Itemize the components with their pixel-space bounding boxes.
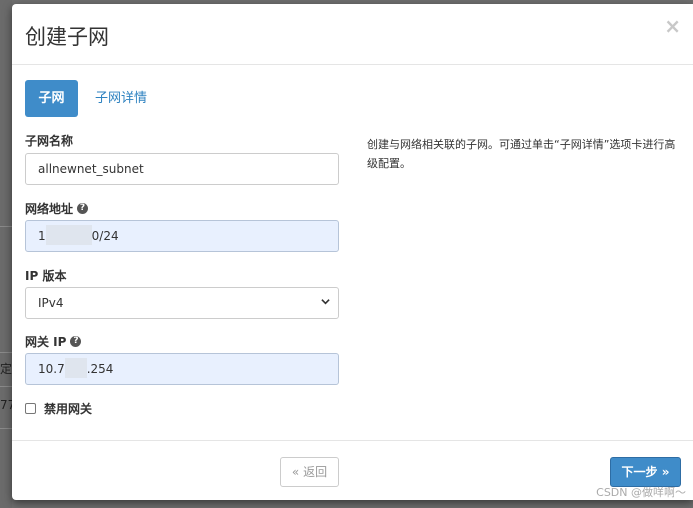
next-button[interactable]: 下一步 » [610, 457, 681, 487]
modal-title: 创建子网 [25, 25, 109, 49]
background-divider [0, 386, 12, 387]
question-icon[interactable]: ? [70, 336, 82, 347]
background-divider [0, 226, 12, 227]
disable-gateway-label[interactable]: 禁用网关 [44, 400, 92, 417]
back-button[interactable]: « 返回 [280, 457, 339, 487]
background-text-fragment: 定 [0, 362, 13, 376]
ip-version-select[interactable]: IPv4 [25, 287, 339, 319]
subnet-name-input[interactable]: allnewnet_subnet [25, 153, 339, 185]
help-text: 创建与网络相关联的子网。可通过单击“子网详情”选项卡进行高级配置。 [367, 138, 676, 170]
disable-gateway-row: 禁用网关 [25, 400, 92, 417]
network-address-input[interactable]: 1 0/24 [25, 220, 339, 252]
gateway-ip-value-prefix: 10.7 [38, 362, 65, 376]
gateway-ip-label: 网关 IP ? [25, 333, 82, 350]
background-divider [0, 428, 12, 429]
disable-gateway-checkbox[interactable] [25, 403, 36, 414]
subnet-name-label: 子网名称 [25, 132, 73, 149]
ip-version-selected: IPv4 [38, 296, 64, 310]
ip-version-label: IP 版本 [25, 267, 66, 284]
watermark: CSDN @做咩啊～ [596, 486, 686, 499]
subnet-name-label-text: 子网名称 [25, 134, 74, 148]
redaction-mask [45, 225, 92, 245]
page-backdrop [0, 0, 12, 508]
background-divider [0, 352, 12, 353]
close-icon[interactable]: × [664, 16, 681, 36]
network-address-value-suffix: 0/24 [91, 229, 119, 243]
network-address-label-text: 网络地址 [25, 202, 74, 216]
network-address-label: 网络地址 ? [25, 200, 89, 217]
gateway-ip-label-text: 网关 IP [25, 335, 67, 349]
tab-subnet[interactable]: 子网 [25, 80, 78, 117]
gateway-ip-value-suffix: .254 [86, 362, 114, 376]
network-address-value-prefix: 1 [38, 229, 46, 243]
redaction-mask [64, 358, 87, 378]
create-subnet-modal: 创建子网 × 子网 子网详情 子网名称 allnewnet_subnet 网络地… [12, 4, 693, 500]
question-icon[interactable]: ? [77, 203, 89, 214]
chevron-down-icon [321, 299, 330, 305]
ip-version-label-text: IP 版本 [25, 269, 67, 283]
tab-subnet-details[interactable]: 子网详情 [81, 80, 161, 117]
modal-footer: « 返回 下一步 » [12, 440, 693, 500]
gateway-ip-input[interactable]: 10.7 .254 [25, 353, 339, 385]
modal-header: 创建子网 × [12, 4, 693, 65]
